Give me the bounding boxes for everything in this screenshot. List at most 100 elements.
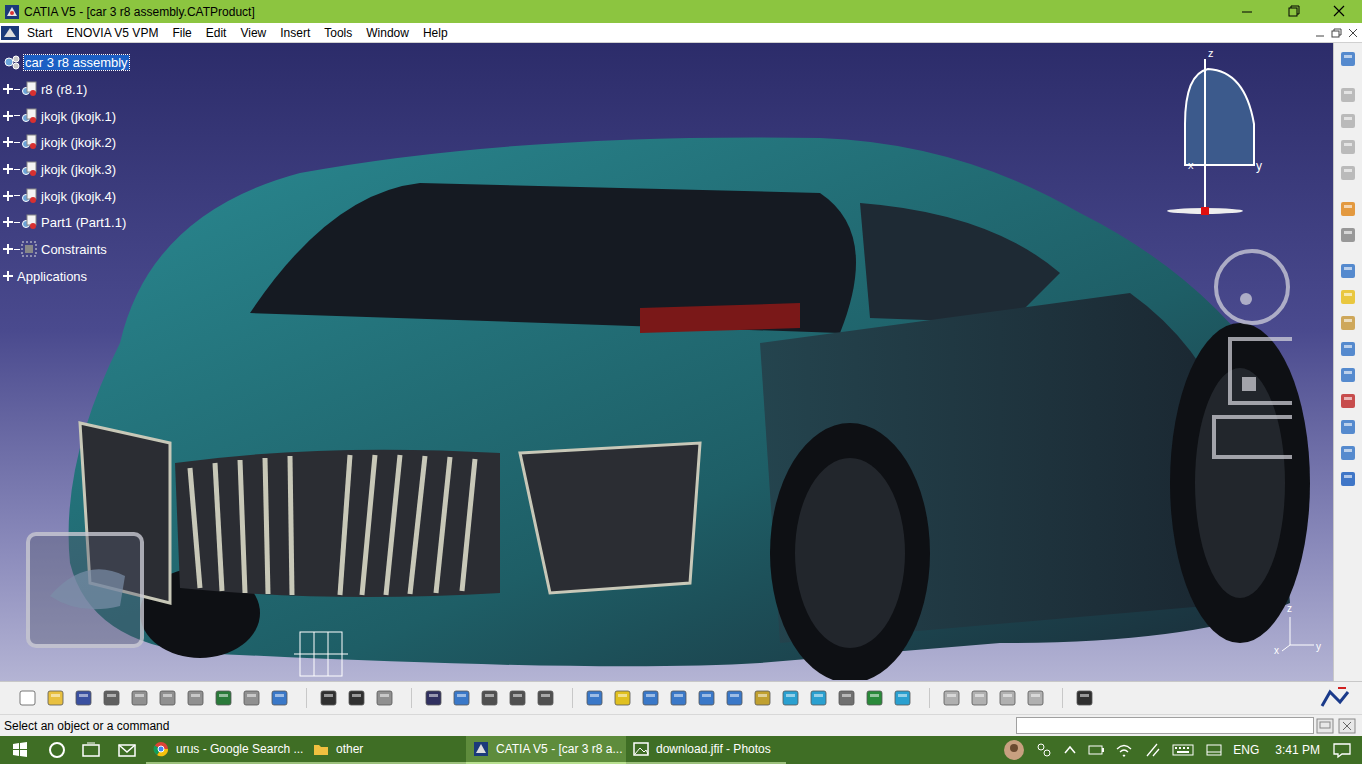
tool-icon[interactable]: [452, 688, 472, 708]
tool-icon[interactable]: [102, 688, 122, 708]
menu-item[interactable]: Help: [416, 24, 455, 42]
tool-icon[interactable]: [1338, 365, 1358, 385]
menu-item[interactable]: ENOVIA V5 VPM: [59, 24, 165, 42]
taskbar-app[interactable]: urus - Google Search ...: [146, 736, 306, 764]
wifi-icon[interactable]: [1115, 741, 1133, 759]
tool-icon[interactable]: [1026, 688, 1046, 708]
tool-icon[interactable]: [725, 688, 745, 708]
tool-icon[interactable]: [613, 688, 633, 708]
tool-icon[interactable]: [480, 688, 500, 708]
menu-item[interactable]: Start: [20, 24, 59, 42]
tool-icon[interactable]: [1338, 111, 1358, 131]
tool-icon[interactable]: [669, 688, 689, 708]
tool-icon[interactable]: [375, 688, 395, 708]
tool-icon[interactable]: [1338, 391, 1358, 411]
tool-icon[interactable]: [158, 688, 178, 708]
tree-label[interactable]: jkojk (jkojk.4): [40, 189, 117, 204]
taskbar-app-label[interactable]: CATIA V5 - [car 3 r8 a...: [496, 740, 623, 758]
keyboard-icon[interactable]: [1171, 741, 1195, 759]
tool-icon[interactable]: [130, 688, 150, 708]
tree-item[interactable]: car 3 r8 assembly: [2, 49, 129, 76]
tool-icon[interactable]: [18, 688, 38, 708]
close-icon[interactable]: [1316, 0, 1362, 23]
tool-icon[interactable]: [1338, 339, 1358, 359]
tree-item[interactable]: jkojk (jkojk.4): [2, 182, 129, 209]
tool-icon[interactable]: [1338, 137, 1358, 157]
mail-icon[interactable]: [108, 736, 146, 764]
pan-zoom-icon[interactable]: [1212, 337, 1292, 467]
display-icon[interactable]: [1205, 741, 1223, 759]
tool-icon[interactable]: [1338, 417, 1358, 437]
catia-menu-icon[interactable]: [0, 24, 20, 42]
tool-icon[interactable]: [697, 688, 717, 708]
tool-icon[interactable]: [1338, 225, 1358, 245]
compass-icon[interactable]: [1160, 49, 1260, 219]
menu-item[interactable]: Tools: [317, 24, 359, 42]
tool-icon[interactable]: [186, 688, 206, 708]
search-icon[interactable]: [40, 736, 74, 764]
tree-item[interactable]: jkojk (jkojk.2): [2, 129, 129, 156]
tool-icon[interactable]: [1338, 261, 1358, 281]
chevron-up-icon[interactable]: [1063, 741, 1077, 759]
tool-icon[interactable]: [536, 688, 556, 708]
expand-icon[interactable]: [2, 216, 14, 228]
tool-icon[interactable]: [781, 688, 801, 708]
notifications-icon[interactable]: [1330, 740, 1354, 760]
menu-item[interactable]: Insert: [273, 24, 317, 42]
car-model[interactable]: [0, 43, 1333, 680]
tool-icon[interactable]: [270, 688, 290, 708]
tool-icon[interactable]: [1338, 313, 1358, 333]
tool-icon[interactable]: [753, 688, 773, 708]
tree-label[interactable]: jkojk (jkojk.2): [40, 135, 117, 150]
menu-item[interactable]: File: [165, 24, 198, 42]
tool-icon[interactable]: [74, 688, 94, 708]
menu-item[interactable]: Window: [359, 24, 416, 42]
expand-icon[interactable]: [2, 190, 14, 202]
tree-label[interactable]: Applications: [16, 269, 88, 284]
expand-icon[interactable]: [2, 136, 14, 148]
tree-item[interactable]: Part1 (Part1.1): [2, 209, 129, 236]
input-language[interactable]: ENG: [1233, 741, 1259, 759]
tree-item[interactable]: Constraints: [2, 236, 129, 263]
expand-icon[interactable]: [2, 83, 14, 95]
tool-icon[interactable]: [1338, 163, 1358, 183]
clock[interactable]: 3:41 PM: [1275, 741, 1320, 759]
restore-icon[interactable]: [1270, 0, 1316, 23]
compass[interactable]: zxy: [1160, 49, 1260, 219]
tool-icon[interactable]: [214, 688, 234, 708]
tool-icon[interactable]: [1075, 688, 1095, 708]
tool-icon[interactable]: [1338, 49, 1358, 69]
tree-label[interactable]: jkojk (jkojk.1): [40, 109, 117, 124]
tool-icon[interactable]: [1338, 85, 1358, 105]
user-avatar-icon[interactable]: [1003, 739, 1025, 761]
tree-label[interactable]: r8 (r8.1): [40, 82, 88, 97]
tool-icon[interactable]: [837, 688, 857, 708]
expand-icon[interactable]: [2, 243, 14, 255]
tool-icon[interactable]: [424, 688, 444, 708]
tree-label[interactable]: Constraints: [40, 242, 108, 257]
tree-item[interactable]: jkojk (jkojk.3): [2, 156, 129, 183]
tool-icon[interactable]: [893, 688, 913, 708]
tool-icon[interactable]: [508, 688, 528, 708]
tool-icon[interactable]: [970, 688, 990, 708]
tree-item[interactable]: Applications: [2, 263, 129, 290]
taskbar-app-label[interactable]: download.jfif - Photos: [656, 740, 771, 758]
windows-start-icon[interactable]: [0, 736, 40, 764]
doc-restore-icon[interactable]: [1328, 25, 1344, 41]
taskbar-app-label[interactable]: urus - Google Search ...: [176, 740, 303, 758]
tool-icon[interactable]: [809, 688, 829, 708]
tool-icon[interactable]: [319, 688, 339, 708]
power-input-icon[interactable]: [1314, 717, 1336, 735]
tree-label[interactable]: car 3 r8 assembly: [24, 55, 129, 70]
menu-item[interactable]: Edit: [199, 24, 234, 42]
rotate-icon[interactable]: [1212, 247, 1292, 327]
tree-label[interactable]: Part1 (Part1.1): [40, 215, 127, 230]
tool-icon[interactable]: [585, 688, 605, 708]
tool-icon[interactable]: [998, 688, 1018, 708]
tool-icon[interactable]: [865, 688, 885, 708]
expand-icon[interactable]: [2, 110, 14, 122]
expand-icon[interactable]: [2, 163, 14, 175]
pen-icon[interactable]: [1143, 741, 1161, 759]
tool-icon[interactable]: [942, 688, 962, 708]
tool-icon[interactable]: [1338, 287, 1358, 307]
